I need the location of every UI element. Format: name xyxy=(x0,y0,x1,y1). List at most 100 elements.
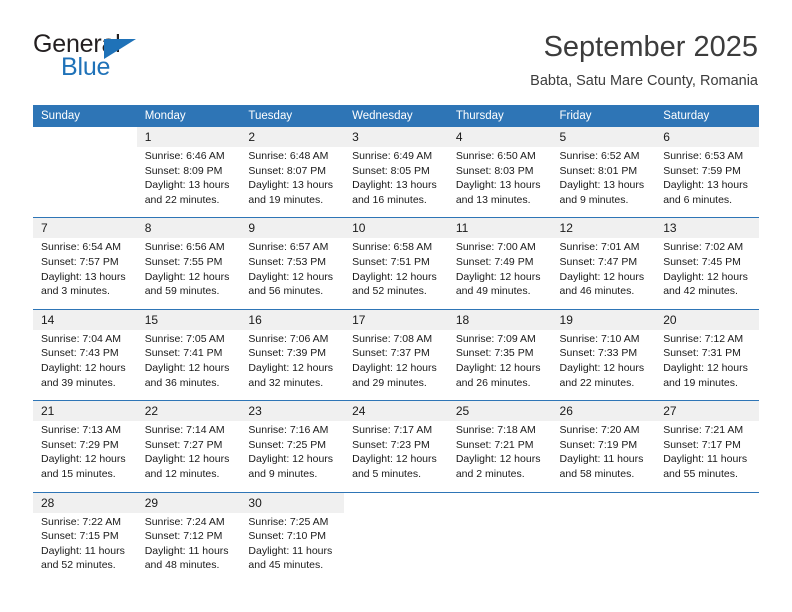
day-details-17: Sunrise: 7:08 AM Sunset: 7:37 PM Daylight:… xyxy=(344,329,448,402)
day-number-7[interactable]: 7 xyxy=(33,217,137,239)
daylight-text: Daylight: 13 hours xyxy=(248,179,334,192)
daylight-text: Daylight: 12 hours xyxy=(663,270,748,283)
day-number-21[interactable]: 21 xyxy=(33,400,137,422)
day-number-19[interactable]: 19 xyxy=(551,309,656,330)
empty-details-cell xyxy=(33,147,137,219)
daylight-text: Daylight: 13 hours xyxy=(41,270,126,283)
day-number-1[interactable]: 1 xyxy=(136,127,241,147)
day-details-14: Sunrise: 7:04 AM Sunset: 7:43 PM Daylight:… xyxy=(33,329,137,402)
empty-details-cell xyxy=(551,512,656,583)
daylight-text: and 22 minutes. xyxy=(144,193,220,206)
day-number-6[interactable]: 6 xyxy=(655,127,759,147)
daylight-text: Daylight: 12 hours xyxy=(144,361,230,374)
sunrise-text: Sunrise: 7:02 AM xyxy=(663,241,744,254)
day-details-8: Sunrise: 6:56 AM Sunset: 7:55 PM Daylight:… xyxy=(136,238,241,310)
weekday-header-saturday: Saturday xyxy=(655,105,759,127)
sunrise-text: Sunrise: 7:18 AM xyxy=(455,424,536,437)
sunset-text: Sunset: 7:33 PM xyxy=(559,347,638,360)
day-number-12[interactable]: 12 xyxy=(551,217,656,239)
sunrise-text: Sunrise: 7:25 AM xyxy=(248,515,329,528)
day-details-12: Sunrise: 7:01 AM Sunset: 7:47 PM Daylight:… xyxy=(551,238,656,310)
day-number-17[interactable]: 17 xyxy=(344,309,448,330)
daylight-text: Daylight: 12 hours xyxy=(559,361,645,374)
calendar-header-row: Sunday Monday Tuesday Wednesday Thursday Frid… xyxy=(33,105,759,127)
weekday-header-thursday: Thursday xyxy=(447,105,552,127)
sunset-text: Sunset: 7:17 PM xyxy=(663,438,741,451)
day-number-14[interactable]: 14 xyxy=(33,309,137,330)
empty-day-cell xyxy=(655,492,759,513)
week-info-row: Sunrise: 7:22 AM Sunset: 7:15 PM Daylight:… xyxy=(33,512,759,583)
daylight-text: Daylight: 11 hours xyxy=(663,453,748,466)
daylight-text: Daylight: 12 hours xyxy=(248,361,334,374)
sunset-text: Sunset: 7:19 PM xyxy=(559,438,638,451)
day-number-13[interactable]: 13 xyxy=(655,217,759,239)
sunrise-text: Sunrise: 6:54 AM xyxy=(41,241,121,254)
sunrise-text: Sunrise: 7:13 AM xyxy=(41,424,121,437)
day-details-7: Sunrise: 6:54 AM Sunset: 7:57 PM Daylight:… xyxy=(33,238,137,310)
day-number-10[interactable]: 10 xyxy=(344,217,448,239)
sunset-text: Sunset: 7:35 PM xyxy=(455,347,534,360)
day-number-9[interactable]: 9 xyxy=(240,217,345,239)
day-number-4[interactable]: 4 xyxy=(447,127,552,147)
day-number-5[interactable]: 5 xyxy=(551,127,656,147)
day-number-15[interactable]: 15 xyxy=(136,309,241,330)
day-details-10: Sunrise: 6:58 AM Sunset: 7:51 PM Daylight:… xyxy=(344,238,448,310)
day-number-8[interactable]: 8 xyxy=(136,217,241,239)
day-number-28[interactable]: 28 xyxy=(33,492,137,513)
day-number-23[interactable]: 23 xyxy=(240,400,345,422)
day-number-27[interactable]: 27 xyxy=(655,400,759,422)
daylight-text: Daylight: 11 hours xyxy=(144,544,229,557)
day-number-29[interactable]: 29 xyxy=(136,492,241,513)
sunset-text: Sunset: 7:53 PM xyxy=(248,255,327,268)
daylight-text: and 52 minutes. xyxy=(352,285,427,298)
daylight-text: and 9 minutes. xyxy=(248,467,318,480)
daylight-text: Daylight: 13 hours xyxy=(455,179,541,192)
week-info-row: Sunrise: 7:13 AM Sunset: 7:29 PM Daylight:… xyxy=(33,421,759,493)
week-info-row: Sunrise: 7:04 AM Sunset: 7:43 PM Daylight:… xyxy=(33,329,759,402)
daylight-text: Daylight: 12 hours xyxy=(248,270,334,283)
sunrise-text: Sunrise: 6:56 AM xyxy=(144,241,225,254)
general-blue-logo: General Blue xyxy=(33,30,233,86)
logo-blue-text: Blue xyxy=(61,53,111,81)
sunset-text: Sunset: 8:03 PM xyxy=(455,164,534,177)
day-number-2[interactable]: 2 xyxy=(240,127,345,147)
empty-day-cell xyxy=(447,492,552,513)
daylight-text: and 29 minutes. xyxy=(352,376,427,389)
calendar-page: General Blue September 2025 Babta, Satu … xyxy=(0,0,792,612)
daylight-text: Daylight: 13 hours xyxy=(663,179,748,192)
daylight-text: and 3 minutes. xyxy=(41,285,110,298)
sunset-text: Sunset: 7:27 PM xyxy=(144,438,223,451)
sunset-text: Sunset: 8:09 PM xyxy=(144,164,223,177)
daylight-text: and 12 minutes. xyxy=(144,467,220,480)
day-details-25: Sunrise: 7:18 AM Sunset: 7:21 PM Daylight:… xyxy=(447,421,552,493)
day-number-24[interactable]: 24 xyxy=(344,400,448,422)
week-daynumber-row: 123456 xyxy=(33,127,759,147)
day-number-26[interactable]: 26 xyxy=(551,400,656,422)
daylight-text: Daylight: 12 hours xyxy=(455,453,541,466)
daylight-text: and 32 minutes. xyxy=(248,376,324,389)
sunrise-text: Sunrise: 7:20 AM xyxy=(559,424,640,437)
sunrise-text: Sunrise: 7:16 AM xyxy=(248,424,329,437)
sunset-text: Sunset: 7:21 PM xyxy=(455,438,534,451)
day-number-16[interactable]: 16 xyxy=(240,309,345,330)
day-number-11[interactable]: 11 xyxy=(447,217,552,239)
day-details-18: Sunrise: 7:09 AM Sunset: 7:35 PM Daylight:… xyxy=(447,329,552,402)
day-number-30[interactable]: 30 xyxy=(240,492,345,513)
day-number-20[interactable]: 20 xyxy=(655,309,759,330)
day-number-18[interactable]: 18 xyxy=(447,309,552,330)
day-number-25[interactable]: 25 xyxy=(447,400,552,422)
page-subtitle: Babta, Satu Mare County, Romania xyxy=(530,73,758,89)
daylight-text: and 19 minutes. xyxy=(248,193,324,206)
sunrise-text: Sunrise: 7:08 AM xyxy=(352,332,433,345)
week-daynumber-row: 14 15 16 17 18 19 20 xyxy=(33,309,759,330)
day-details-6: Sunrise: 6:53 AM Sunset: 7:59 PM Daylight:… xyxy=(655,147,759,219)
page-header: General Blue September 2025 Babta, Satu … xyxy=(33,30,758,98)
day-details-4: Sunrise: 6:50 AM Sunset: 8:03 PM Daylight:… xyxy=(447,147,552,219)
day-number-22[interactable]: 22 xyxy=(136,400,241,422)
daylight-text: and 13 minutes. xyxy=(455,193,531,206)
daylight-text: Daylight: 12 hours xyxy=(352,270,437,283)
daylight-text: and 55 minutes. xyxy=(663,467,738,480)
empty-day-cell xyxy=(33,127,137,147)
daylight-text: and 5 minutes. xyxy=(352,467,421,480)
day-number-3[interactable]: 3 xyxy=(344,127,448,147)
